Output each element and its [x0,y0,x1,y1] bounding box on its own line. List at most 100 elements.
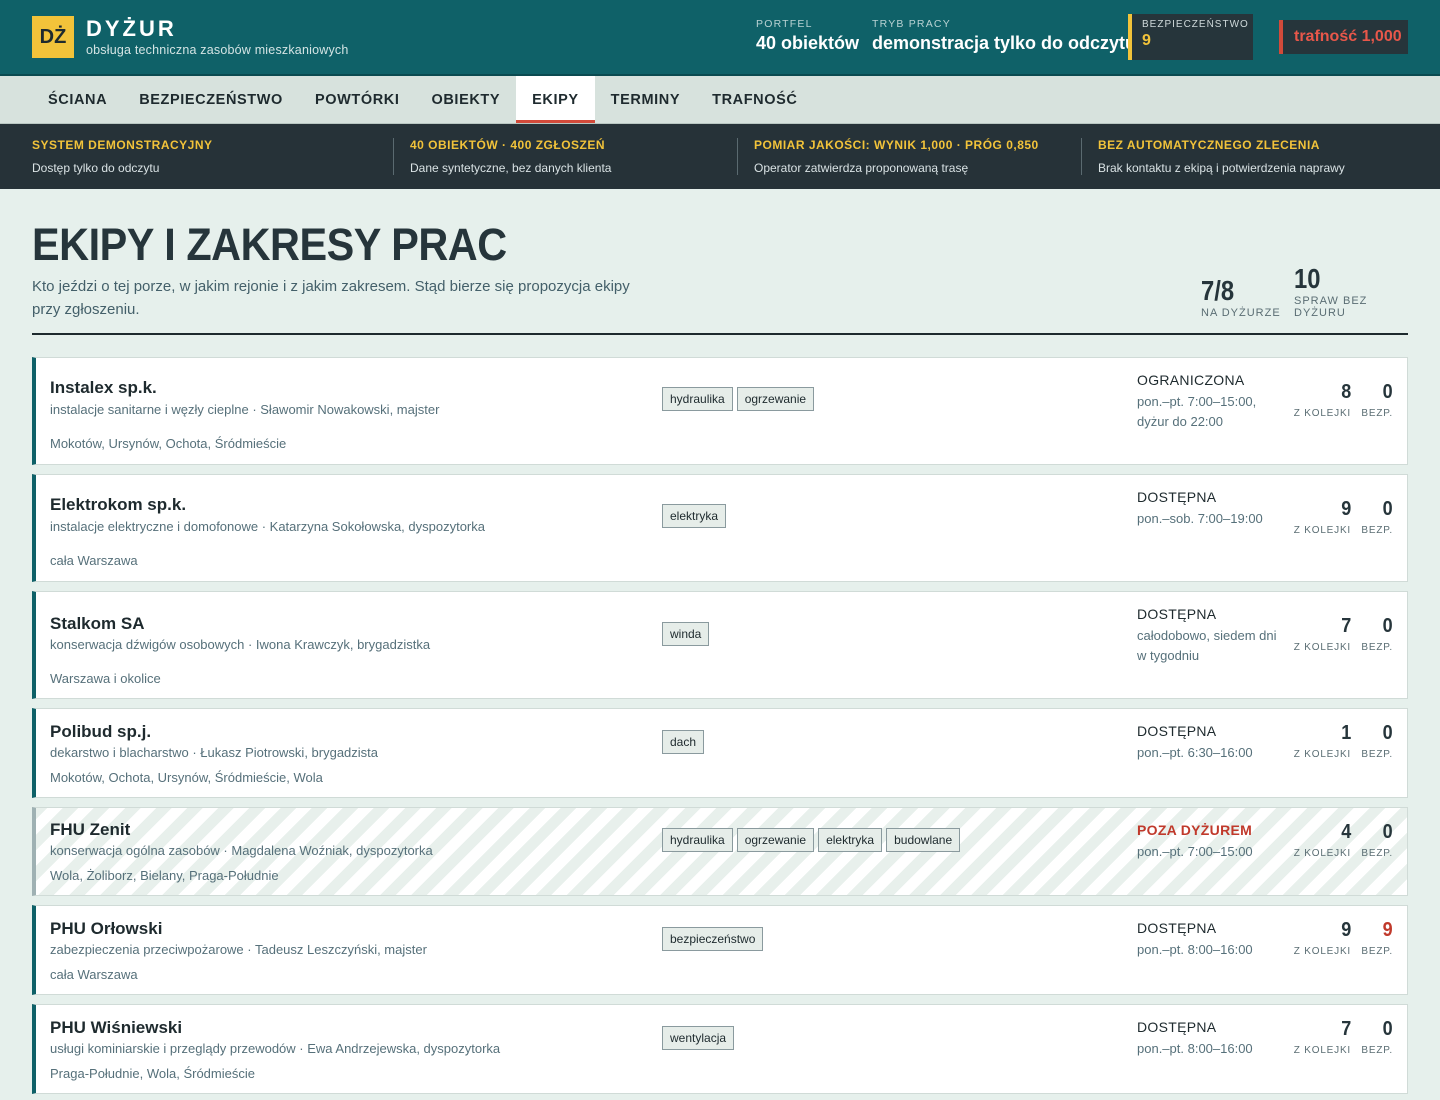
crew-tags: dach [662,730,705,754]
queue-label: Z KOLEJKI [1293,1045,1351,1056]
queue-label: Z KOLEJKI [1293,642,1351,653]
safety-metric: 0 BEZP. [1361,381,1393,419]
crew-row[interactable]: Elektrokom sp.k. instalacje elektryczne … [32,474,1408,582]
queue-count: 8 [1340,381,1351,403]
kpi-onduty-label: NA DYŻURZE [1201,307,1281,319]
crew-row[interactable]: Polibud sp.j. dekarstwo i blacharstwo · … [32,708,1408,798]
crew-status: DOSTĘPNA [1137,920,1217,936]
safety-value: 9 [1142,32,1151,49]
brand-name: DYŻUR [86,16,177,41]
crew-status: DOSTĘPNA [1137,723,1217,739]
portfolio-value: 40 obiektów [756,33,860,53]
scope-tag: elektryka [662,504,727,528]
main-content: EKIPY I ZAKRESY PRAC Kto jeździ o tej po… [0,189,1440,1094]
info-text: Dane syntetyczne, bez danych klienta [410,161,612,175]
info-title: POMIAR JAKOŚCI: WYNIK 1,000 · PRÓG 0,850 [754,138,1039,152]
tab-powtorki[interactable]: POWTÓRKI [299,76,416,123]
queue-metric: 8 Z KOLEJKI [1294,381,1351,419]
tab-ekipy[interactable]: EKIPY [516,76,595,123]
mode-stat: TRYB PRACY demonstracja tylko do odczytu [872,18,1136,54]
crew-name: Instalex sp.k. [50,378,157,397]
scope-tag: budowlane [886,828,961,852]
brand-subtitle: obsługa techniczna zasobów mieszkaniowyc… [86,43,349,57]
queue-label: Z KOLEJKI [1293,525,1351,536]
top-header: DŻ DYŻUR obsługa techniczna zasobów mies… [0,0,1440,76]
crew-description: instalacje sanitarne i węzły cieplne · S… [50,402,440,417]
queue-count: 7 [1340,1018,1351,1040]
crew-row[interactable]: FHU Zenit konserwacja ogólna zasobów · M… [32,807,1408,896]
queue-label: Z KOLEJKI [1293,848,1351,859]
crew-hours: pon.–pt. 8:00–16:00 [1137,1041,1253,1056]
crew-tags: winda [662,622,710,646]
safety-count: 0 [1382,821,1393,843]
crew-row[interactable]: Instalex sp.k. instalacje sanitarne i wę… [32,357,1408,465]
safety-metric: 9 BEZP. [1361,919,1393,957]
scope-tag: ogrzewanie [736,387,815,411]
safety-label: BEZP. [1361,642,1393,653]
tab-bezpieczenstwo[interactable]: BEZPIECZEŃSTWO [123,76,299,123]
tab-sciana[interactable]: ŚCIANA [32,76,123,123]
crew-hours: pon.–pt. 6:30–16:00 [1137,745,1253,760]
scope-tag: hydraulika [662,387,733,411]
crew-name: Elektrokom sp.k. [50,495,187,514]
queue-metric: 1 Z KOLEJKI [1294,722,1351,760]
safety-count: 0 [1382,722,1393,744]
safety-metric: 0 BEZP. [1361,1018,1393,1056]
info-item-noauto: BEZ AUTOMATYCZNEGO ZLECENIA Brak kontakt… [1081,138,1408,175]
crew-status: DOSTĘPNA [1137,489,1217,505]
scope-tag: elektryka [818,828,883,852]
app-logo[interactable]: DŻ [32,16,74,58]
crew-row[interactable]: Stalkom SA konserwacja dźwigów osobowych… [32,591,1408,699]
queue-label: Z KOLEJKI [1293,408,1351,419]
safety-counter[interactable]: BEZPIECZEŃSTWO 9 [1128,14,1253,60]
crew-area: cała Warszawa [50,967,138,982]
crew-hours: całodobowo, siedem dni w tygodniu [1137,628,1277,663]
safety-count: 0 [1382,381,1393,403]
info-text: Brak kontaktu z ekipą i potwierdzenia na… [1098,161,1345,175]
safety-metric: 0 BEZP. [1361,722,1393,760]
kpi-uncovered: 10 SPRAW BEZ DYŻURU [1294,264,1408,320]
crew-row[interactable]: PHU Orłowski zabezpieczenia przeciwpożar… [32,905,1408,995]
crew-description: dekarstwo i blacharstwo · Łukasz Piotrow… [50,745,379,760]
crew-hours: pon.–sob. 7:00–19:00 [1137,511,1263,526]
crew-description: konserwacja ogólna zasobów · Magdalena W… [50,843,433,858]
queue-count: 9 [1340,498,1351,520]
queue-metric: 7 Z KOLEJKI [1294,1018,1351,1056]
crew-area: Mokotów, Ursynów, Ochota, Śródmieście [50,436,287,451]
crew-status: DOSTĘPNA [1137,1019,1217,1035]
crew-name: Polibud sp.j. [50,722,152,741]
kpi-onduty-value: 7/8 [1201,275,1235,306]
info-strip: SYSTEM DEMONSTRACYJNY Dostęp tylko do od… [0,124,1440,189]
crew-row[interactable]: PHU Wiśniewski usługi kominiarskie i prz… [32,1004,1408,1094]
safety-count: 0 [1382,1018,1393,1040]
info-title: 40 OBIEKTÓW · 400 ZGŁOSZEŃ [410,138,606,152]
queue-count: 1 [1340,722,1351,744]
accuracy-badge[interactable]: trafność 1,000 [1279,20,1408,54]
crew-status: DOSTĘPNA [1137,606,1217,622]
safety-metric: 0 BEZP. [1361,821,1393,859]
safety-label: BEZP. [1361,408,1393,419]
main-tabs: ŚCIANA BEZPIECZEŃSTWO POWTÓRKI OBIEKTY E… [0,76,1440,124]
safety-label: BEZP. [1361,525,1393,536]
kpi-uncovered-label: SPRAW BEZ DYŻURU [1294,295,1368,319]
info-item-demo: SYSTEM DEMONSTRACYJNY Dostęp tylko do od… [32,138,393,175]
accuracy-value: trafność 1,000 [1294,28,1402,45]
queue-count: 7 [1340,615,1351,637]
crew-area: Mokotów, Ochota, Ursynów, Śródmieście, W… [50,770,323,785]
portfolio-stat: PORTFEL 40 obiektów [756,18,859,54]
info-title: BEZ AUTOMATYCZNEGO ZLECENIA [1098,138,1320,152]
safety-metric: 0 BEZP. [1361,615,1393,653]
page-title: EKIPY I ZAKRESY PRAC [32,219,507,270]
scope-tag: ogrzewanie [736,828,815,852]
crew-name: PHU Wiśniewski [50,1018,183,1037]
mode-value: demonstracja tylko do odczytu [872,33,1137,53]
brand: DYŻUR obsługa techniczna zasobów mieszka… [86,16,349,58]
tab-trafnosc[interactable]: TRAFNOŚĆ [696,76,813,123]
page-description: Kto jeździ o tej porze, w jakim rejonie … [32,278,630,318]
queue-count: 9 [1340,919,1351,941]
crew-area: Wola, Żoliborz, Bielany, Praga-Południe [50,868,279,883]
portfolio-label: PORTFEL [756,18,813,30]
tab-terminy[interactable]: TERMINY [595,76,696,123]
tab-obiekty[interactable]: OBIEKTY [415,76,516,123]
kpi-onduty: 7/8 NA DYŻURZE [1201,275,1281,320]
